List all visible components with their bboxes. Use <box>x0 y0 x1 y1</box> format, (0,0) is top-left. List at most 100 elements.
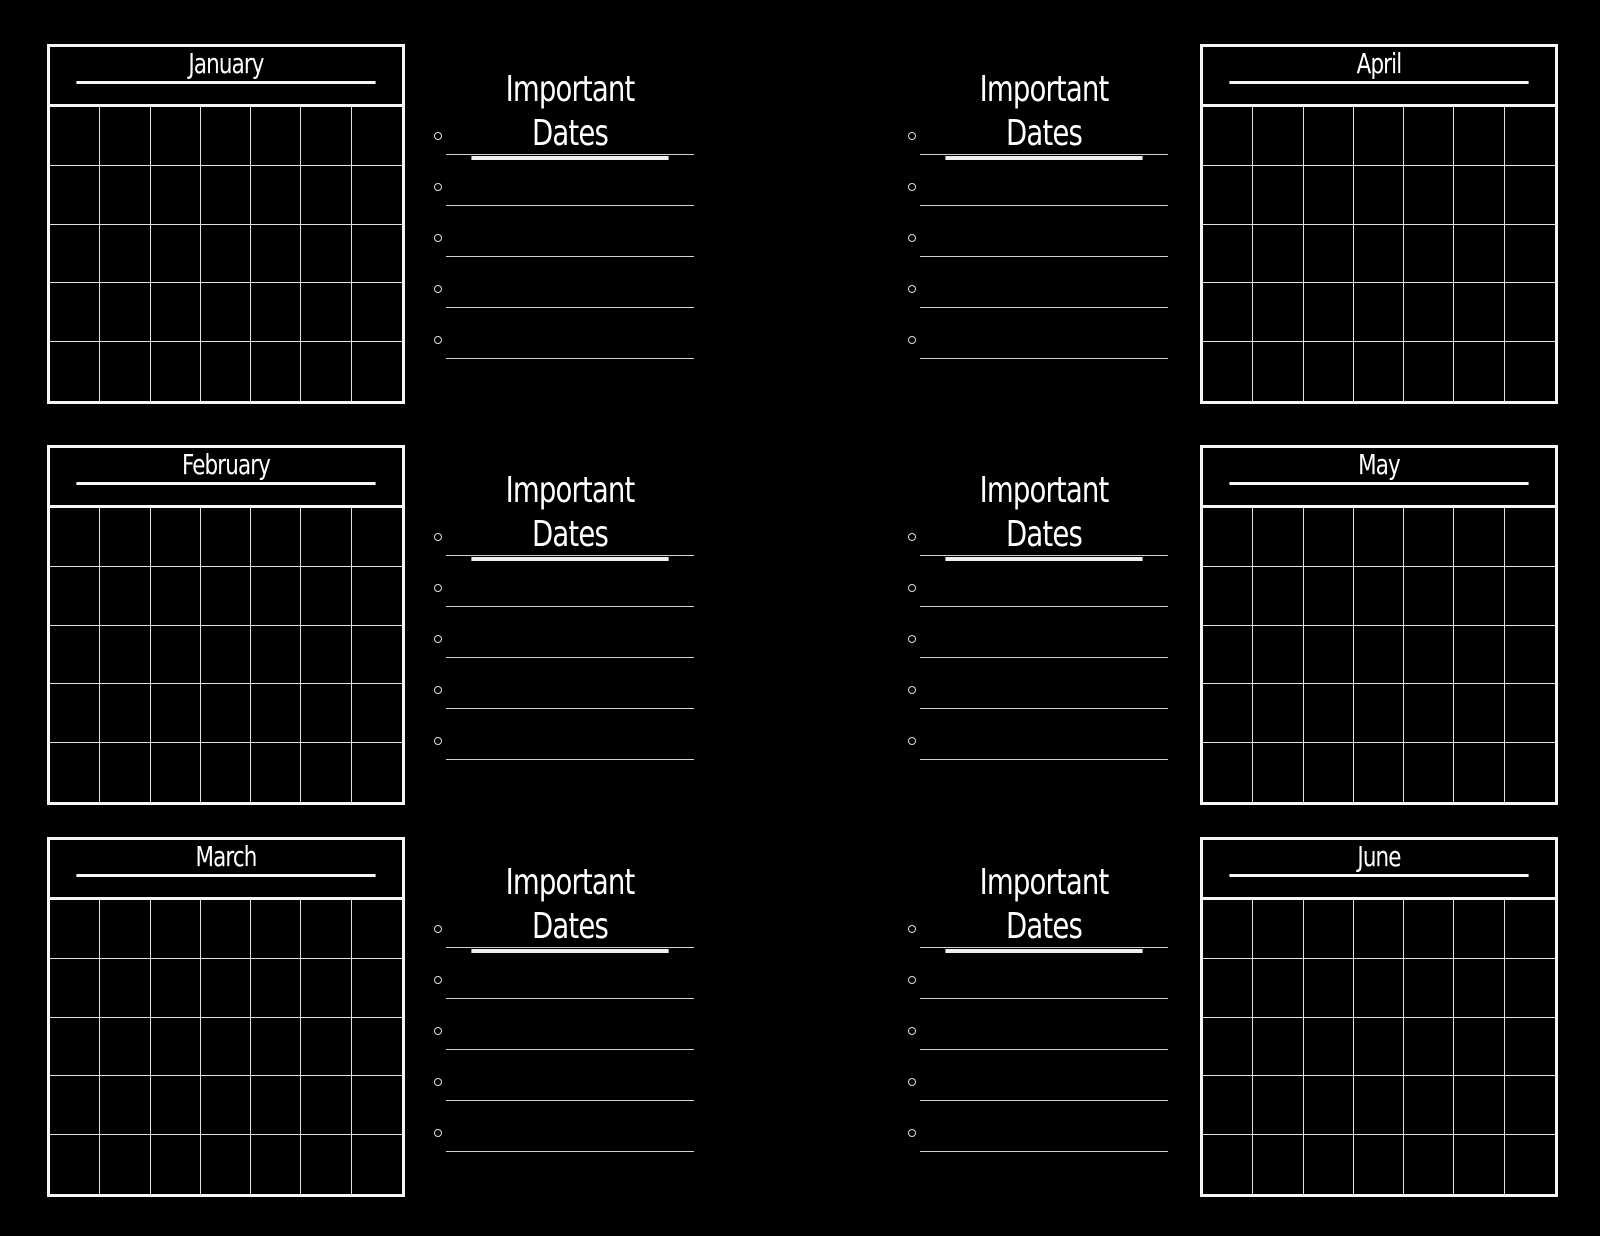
day-cell[interactable] <box>1404 958 1455 1018</box>
day-cell[interactable] <box>50 566 101 626</box>
entry-line[interactable] <box>920 947 1168 948</box>
day-cell[interactable] <box>1203 625 1254 685</box>
day-cell[interactable] <box>301 283 352 343</box>
day-cell[interactable] <box>1203 508 1254 567</box>
day-cell[interactable] <box>1404 566 1455 626</box>
day-cell[interactable] <box>1253 1076 1304 1136</box>
day-cell[interactable] <box>301 1017 352 1077</box>
day-cell[interactable] <box>1454 625 1505 685</box>
day-cell[interactable] <box>251 1017 302 1077</box>
day-cell[interactable] <box>200 684 252 744</box>
day-cell[interactable] <box>1505 342 1555 401</box>
date-entry[interactable] <box>908 183 1168 213</box>
day-cell[interactable] <box>150 958 201 1018</box>
day-cell[interactable] <box>1454 566 1505 626</box>
day-cell[interactable] <box>351 508 402 567</box>
day-cell[interactable] <box>1353 107 1405 166</box>
day-cell[interactable] <box>1454 283 1505 343</box>
date-entry[interactable] <box>908 285 1168 315</box>
day-cell[interactable] <box>251 958 302 1018</box>
day-cell[interactable] <box>1253 1135 1304 1194</box>
day-cell[interactable] <box>351 567 402 626</box>
day-cell[interactable] <box>1253 508 1304 567</box>
date-entry[interactable] <box>908 1129 1168 1159</box>
date-entry[interactable] <box>908 976 1168 1006</box>
day-cell[interactable] <box>251 1076 302 1136</box>
entry-line[interactable] <box>446 606 694 607</box>
day-cell[interactable] <box>1504 626 1555 685</box>
entry-line[interactable] <box>446 708 694 709</box>
entry-line[interactable] <box>446 947 694 948</box>
entry-line[interactable] <box>446 657 694 658</box>
day-cell[interactable] <box>50 165 101 225</box>
entry-line[interactable] <box>446 998 694 999</box>
day-cell[interactable] <box>1253 625 1304 685</box>
day-cell[interactable] <box>352 743 402 802</box>
day-cell[interactable] <box>100 958 151 1018</box>
day-cell[interactable] <box>200 107 252 166</box>
day-cell[interactable] <box>200 224 252 284</box>
day-cell[interactable] <box>200 1017 252 1077</box>
day-cell[interactable] <box>150 566 201 626</box>
day-cell[interactable] <box>1353 283 1405 343</box>
day-cell[interactable] <box>351 900 402 959</box>
day-cell[interactable] <box>1303 224 1354 284</box>
date-entry[interactable] <box>908 533 1168 563</box>
date-entry[interactable] <box>434 976 694 1006</box>
day-cell[interactable] <box>301 625 352 685</box>
day-cell[interactable] <box>50 958 101 1018</box>
day-cell[interactable] <box>1404 224 1455 284</box>
day-cell[interactable] <box>1203 224 1254 284</box>
day-cell[interactable] <box>251 508 302 567</box>
day-cell[interactable] <box>1353 625 1405 685</box>
day-cell[interactable] <box>1404 508 1455 567</box>
day-cell[interactable] <box>100 900 151 959</box>
day-cell[interactable] <box>301 107 352 166</box>
day-cell[interactable] <box>1504 567 1555 626</box>
day-cell[interactable] <box>100 566 151 626</box>
day-cell[interactable] <box>351 1018 402 1077</box>
day-cell[interactable] <box>1504 225 1555 284</box>
day-cell[interactable] <box>251 107 302 166</box>
day-cell[interactable] <box>1454 165 1505 225</box>
day-cell[interactable] <box>150 283 201 343</box>
day-cell[interactable] <box>1454 1076 1505 1136</box>
day-cell[interactable] <box>50 107 101 166</box>
day-cell[interactable] <box>151 342 201 401</box>
day-cell[interactable] <box>1454 342 1505 401</box>
day-cell[interactable] <box>1454 958 1505 1018</box>
day-cell[interactable] <box>1253 684 1304 744</box>
day-cell[interactable] <box>150 224 201 284</box>
day-cell[interactable] <box>100 625 151 685</box>
day-cell[interactable] <box>1504 1018 1555 1077</box>
day-cell[interactable] <box>100 224 151 284</box>
day-cell[interactable] <box>352 1135 402 1194</box>
day-cell[interactable] <box>351 283 402 343</box>
entry-line[interactable] <box>920 606 1168 607</box>
day-cell[interactable] <box>1203 1135 1254 1194</box>
day-cell[interactable] <box>100 283 151 343</box>
day-cell[interactable] <box>1504 900 1555 959</box>
day-cell[interactable] <box>100 342 151 401</box>
day-cell[interactable] <box>251 1135 302 1194</box>
day-cell[interactable] <box>50 1135 101 1194</box>
day-cell[interactable] <box>100 1017 151 1077</box>
date-entry[interactable] <box>434 737 694 767</box>
entry-line[interactable] <box>446 358 694 359</box>
day-cell[interactable] <box>1253 224 1304 284</box>
day-cell[interactable] <box>1354 743 1405 802</box>
entry-line[interactable] <box>446 1100 694 1101</box>
entry-line[interactable] <box>446 555 694 556</box>
day-cell[interactable] <box>50 283 101 343</box>
day-cell[interactable] <box>301 958 352 1018</box>
day-cell[interactable] <box>1304 743 1354 802</box>
day-cell[interactable] <box>1303 283 1354 343</box>
day-cell[interactable] <box>1253 958 1304 1018</box>
day-cell[interactable] <box>1353 566 1405 626</box>
day-cell[interactable] <box>50 1076 101 1136</box>
date-entry[interactable] <box>908 737 1168 767</box>
day-cell[interactable] <box>1253 342 1304 401</box>
date-entry[interactable] <box>434 1027 694 1057</box>
day-cell[interactable] <box>1404 107 1455 166</box>
entry-line[interactable] <box>920 1151 1168 1152</box>
